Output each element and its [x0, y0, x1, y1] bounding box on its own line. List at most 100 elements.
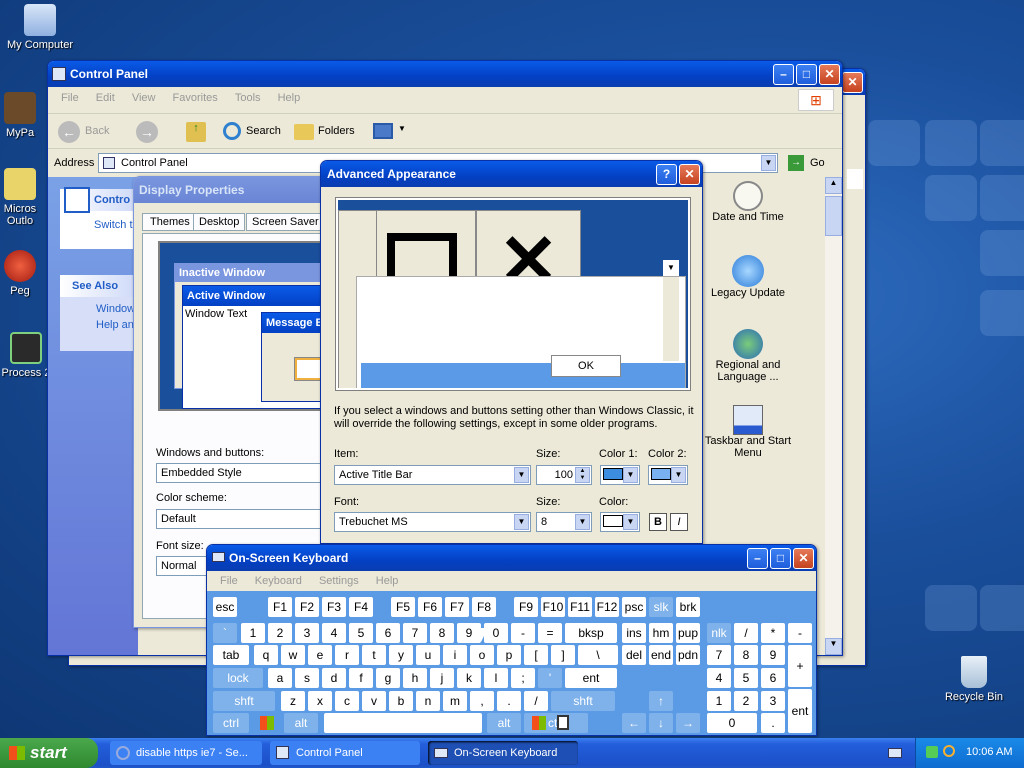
menu-favorites[interactable]: Favorites — [173, 92, 218, 104]
key-x2b[interactable]: + — [788, 645, 812, 687]
key-F4[interactable]: F4 — [349, 597, 373, 617]
key-2[interactable]: 2 — [734, 691, 758, 711]
key-9[interactable]: 9 — [457, 623, 481, 643]
key-F8[interactable]: F8 — [472, 597, 496, 617]
key-3[interactable]: 3 — [295, 623, 319, 643]
key-s[interactable]: s — [295, 668, 319, 688]
outlook-shortcut[interactable]: Micros Outlo — [0, 168, 50, 227]
italic-button[interactable]: I — [670, 513, 688, 531]
key-nlk[interactable]: nlk — [707, 623, 731, 643]
key-x60[interactable]: ` — [213, 623, 237, 643]
up-folder-icon[interactable]: ↑ — [186, 122, 206, 142]
key-y[interactable]: y — [389, 645, 413, 665]
forward-arrow-icon[interactable]: → — [136, 121, 158, 143]
key-x2a[interactable]: * — [761, 623, 785, 643]
key-ins[interactable]: ins — [622, 623, 646, 643]
windows-buttons-select[interactable]: Embedded Style — [156, 463, 332, 483]
key-F11[interactable]: F11 — [568, 597, 592, 617]
key-4[interactable]: 4 — [322, 623, 346, 643]
search-icon[interactable] — [943, 745, 955, 757]
menu-view[interactable]: View — [132, 92, 156, 104]
scroll-down-icon[interactable]: ▼ — [825, 638, 842, 655]
key-ent[interactable]: ent — [565, 668, 617, 688]
key-F3[interactable]: F3 — [322, 597, 346, 617]
key-5[interactable]: 5 — [349, 623, 373, 643]
menu-key-icon[interactable] — [551, 713, 575, 733]
chevron-down-icon[interactable]: ▼ — [575, 514, 590, 530]
font-size-select[interactable]: 8 ▼ — [536, 512, 592, 532]
chevron-down-icon[interactable]: ▼ — [398, 124, 406, 133]
key-7[interactable]: 7 — [403, 623, 427, 643]
key-brk[interactable]: brk — [676, 597, 700, 617]
key-slk[interactable]: slk — [649, 597, 673, 617]
network-icon[interactable] — [926, 746, 938, 758]
key-shft[interactable]: shft — [551, 691, 615, 711]
menu-tools[interactable]: Tools — [235, 92, 261, 104]
key-F12[interactable]: F12 — [595, 597, 619, 617]
key-F1[interactable]: F1 — [268, 597, 292, 617]
minimize-icon[interactable]: – — [747, 548, 768, 569]
key-u[interactable]: u — [416, 645, 440, 665]
key-n[interactable]: n — [416, 691, 440, 711]
key-e[interactable]: e — [308, 645, 332, 665]
key-h[interactable]: h — [403, 668, 427, 688]
key-alt[interactable]: alt — [284, 713, 318, 733]
close-icon[interactable]: ✕ — [679, 164, 700, 185]
color1-picker[interactable]: ▼ — [600, 465, 640, 485]
key-del[interactable]: del — [622, 645, 646, 665]
key-x2f[interactable]: / — [524, 691, 548, 711]
key-ctrl[interactable]: ctrl — [213, 713, 249, 733]
back-arrow-icon[interactable]: ← — [58, 121, 80, 143]
key-j[interactable]: j — [430, 668, 454, 688]
key-8[interactable]: 8 — [430, 623, 454, 643]
key-b[interactable]: b — [389, 691, 413, 711]
key-F9[interactable]: F9 — [514, 597, 538, 617]
key-1[interactable]: 1 — [707, 691, 731, 711]
key-pdn[interactable]: pdn — [676, 645, 700, 665]
key-1[interactable]: 1 — [241, 623, 265, 643]
font-color-picker[interactable]: ▼ — [600, 512, 640, 532]
key-end[interactable]: end — [649, 645, 673, 665]
date-time-item[interactable]: Date and Time — [703, 181, 793, 223]
key-c[interactable]: c — [335, 691, 359, 711]
key-4[interactable]: 4 — [707, 668, 731, 688]
taskbar-start-item[interactable]: Taskbar and Start Menu — [703, 405, 793, 459]
key-x[interactable]: x — [308, 691, 332, 711]
tab-themes[interactable]: Themes — [142, 213, 198, 231]
key-i[interactable]: i — [443, 645, 467, 665]
vertical-scrollbar[interactable]: ▲ ▼ — [825, 177, 842, 655]
chevron-down-icon[interactable]: ▼ — [671, 467, 686, 483]
key-t[interactable]: t — [362, 645, 386, 665]
menu-help[interactable]: Help — [278, 92, 301, 104]
key-r[interactable]: r — [335, 645, 359, 665]
key-d[interactable]: d — [322, 668, 346, 688]
key-l[interactable]: l — [484, 668, 508, 688]
key-F2[interactable]: F2 — [295, 597, 319, 617]
key-g[interactable]: g — [376, 668, 400, 688]
legacy-update-item[interactable]: Legacy Update — [703, 255, 793, 299]
close-icon[interactable]: ✕ — [819, 64, 840, 85]
key-m[interactable]: m — [443, 691, 467, 711]
key-x2191[interactable]: ↑ — [649, 691, 673, 711]
key-x2f[interactable]: / — [734, 623, 758, 643]
key-ent[interactable]: ent — [788, 689, 812, 733]
views-icon[interactable] — [373, 123, 393, 139]
key-k[interactable]: k — [457, 668, 481, 688]
menu-settings[interactable]: Settings — [319, 575, 359, 587]
key-pup[interactable]: pup — [676, 623, 700, 643]
key-x2190[interactable]: ← — [622, 713, 646, 733]
my-computer-shortcut[interactable]: My Computer — [0, 4, 80, 51]
recycle-bin-shortcut[interactable]: Recycle Bin — [934, 656, 1014, 703]
help-icon[interactable]: ? — [656, 164, 677, 185]
scroll-thumb[interactable] — [825, 196, 842, 236]
key-psc[interactable]: psc — [622, 597, 646, 617]
key-q[interactable]: q — [254, 645, 278, 665]
search-button[interactable]: Search — [246, 125, 281, 137]
key-p[interactable]: p — [497, 645, 521, 665]
key-F5[interactable]: F5 — [391, 597, 415, 617]
key-F6[interactable]: F6 — [418, 597, 442, 617]
chevron-down-icon[interactable]: ▼ — [623, 467, 638, 483]
chevron-down-icon[interactable]: ▼ — [514, 467, 529, 483]
peg-shortcut[interactable]: Peg — [0, 250, 50, 297]
font-select[interactable]: Trebuchet MS ▼ — [334, 512, 531, 532]
